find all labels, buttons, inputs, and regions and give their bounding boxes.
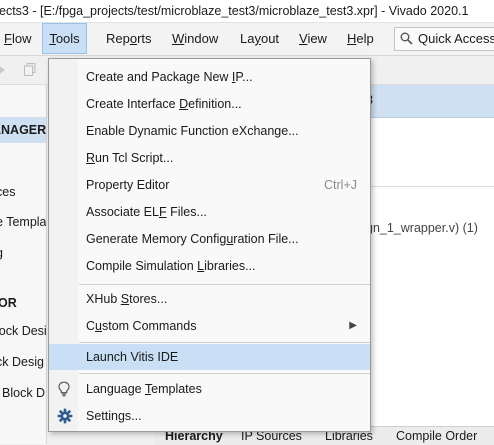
window-title-bar: ects3 - [E:/fpga_projects/test/microblaz… xyxy=(0,0,494,23)
flow-navigator-header-label: ANAGER xyxy=(0,123,47,137)
menu-item-settings[interactable]: Settings... xyxy=(49,403,370,429)
menu-item-associate-elf-files[interactable]: Associate ELF Files... xyxy=(49,199,370,225)
nav-item-block-design-2[interactable]: ck Desig xyxy=(0,355,44,369)
flow-navigator-panel: ANAGER ces e Templa g OR lock Desi ck De… xyxy=(0,85,47,444)
menu-item-label: XHub Stores... xyxy=(86,292,168,306)
divider xyxy=(366,186,494,187)
menu-item-language-templates[interactable]: Language Templates xyxy=(49,376,370,402)
quick-access-search[interactable]: Quick Access xyxy=(394,27,494,51)
menu-item-label: Property Editor xyxy=(86,178,170,192)
menu-item-label: Associate ELF Files... xyxy=(86,205,207,219)
menu-item-generate-memory-config[interactable]: Generate Memory Configuration File... xyxy=(49,226,370,252)
menu-tools[interactable]: Tools xyxy=(42,23,87,54)
menu-item-label: Enable Dynamic Function eXchange... xyxy=(86,124,299,138)
window-title: ects3 - [E:/fpga_projects/test/microblaz… xyxy=(0,4,469,18)
menu-layout-label-pre: La xyxy=(240,31,255,46)
menu-item-create-package-ip[interactable]: Create and Package New IP... xyxy=(49,64,370,90)
menu-item-label: Settings... xyxy=(86,409,142,423)
menu-item-label: Create Interface Definition... xyxy=(86,97,242,111)
menu-view-label-post: iew xyxy=(307,31,327,46)
menu-view[interactable]: View xyxy=(289,23,337,54)
menu-separator xyxy=(79,373,370,374)
menu-item-label: Compile Simulation Libraries... xyxy=(86,259,256,273)
menu-item-label: Custom Commands xyxy=(86,319,197,333)
submenu-arrow-icon: ▶ xyxy=(349,320,357,331)
menu-separator xyxy=(79,342,370,343)
menu-flow[interactable]: Flow xyxy=(0,23,41,54)
nav-item-templates[interactable]: e Templa xyxy=(0,215,46,229)
menu-reports-mnemonic: o xyxy=(129,31,138,46)
menu-separator xyxy=(79,284,370,285)
run-icon[interactable] xyxy=(0,64,7,76)
search-icon xyxy=(400,32,413,45)
design-wrapper-file[interactable]: gn_1_wrapper.v) (1) xyxy=(366,221,478,235)
menu-reports-label-post: rts xyxy=(137,31,152,46)
nav-item-block-design-3[interactable]: Block D xyxy=(2,386,45,400)
menu-item-label: Run Tcl Script... xyxy=(86,151,174,165)
menu-flow-mnemonic: F xyxy=(4,31,12,46)
menu-item-property-editor[interactable]: Property Editor Ctrl+J xyxy=(49,172,370,198)
menu-tools-label-post: ools xyxy=(55,31,80,46)
sources-area: gn_1_wrapper.v) (1) xyxy=(366,118,494,426)
nav-item-sources[interactable]: ces xyxy=(0,185,15,199)
menu-layout-label-post: out xyxy=(260,31,280,46)
menu-help[interactable]: Help xyxy=(337,23,384,54)
menu-item-run-tcl-script[interactable]: Run Tcl Script... xyxy=(49,145,370,171)
lightbulb-icon xyxy=(58,381,70,397)
menu-help-mnemonic: H xyxy=(347,31,357,46)
menu-reports-label-pre: Rep xyxy=(106,31,130,46)
menu-window-label-post: indow xyxy=(184,31,219,46)
shortcut-label: Ctrl+J xyxy=(324,178,357,192)
menu-item-label: Launch Vitis IDE xyxy=(86,350,179,364)
nav-section-or: OR xyxy=(0,296,17,310)
menu-layout[interactable]: Layout xyxy=(230,23,289,54)
menu-item-xhub-stores[interactable]: XHub Stores... xyxy=(49,286,370,312)
menu-item-enable-dfx[interactable]: Enable Dynamic Function eXchange... xyxy=(49,118,370,144)
project-manager-header: 3 xyxy=(366,85,494,118)
menu-window-mnemonic: W xyxy=(172,31,185,46)
menu-item-label: Create and Package New IP... xyxy=(86,70,253,84)
quick-access-label: Quick Access xyxy=(418,31,494,46)
menu-item-launch-vitis-ide[interactable]: Launch Vitis IDE xyxy=(49,344,370,370)
nav-item-block-design-1[interactable]: lock Desi xyxy=(0,324,46,338)
menu-item-label: Language Templates xyxy=(86,382,202,396)
menu-item-custom-commands[interactable]: Custom Commands ▶ xyxy=(49,313,370,339)
flow-navigator-header: ANAGER xyxy=(0,117,46,143)
gear-icon xyxy=(57,408,73,424)
menu-flow-label-post: low xyxy=(11,31,32,46)
menu-help-label-post: elp xyxy=(356,31,374,46)
menu-item-compile-sim-libraries[interactable]: Compile Simulation Libraries... xyxy=(49,253,370,279)
nav-item-g[interactable]: g xyxy=(0,246,3,260)
tools-dropdown-menu: Create and Package New IP... Create Inte… xyxy=(48,58,371,432)
menu-reports[interactable]: Reports xyxy=(96,23,162,54)
tab-compile-order[interactable]: Compile Order xyxy=(396,429,477,443)
copy-icon[interactable] xyxy=(24,63,36,76)
menu-window[interactable]: Window xyxy=(162,23,228,54)
menu-item-create-interface-definition[interactable]: Create Interface Definition... xyxy=(49,91,370,117)
menu-item-label: Generate Memory Configuration File... xyxy=(86,232,299,246)
